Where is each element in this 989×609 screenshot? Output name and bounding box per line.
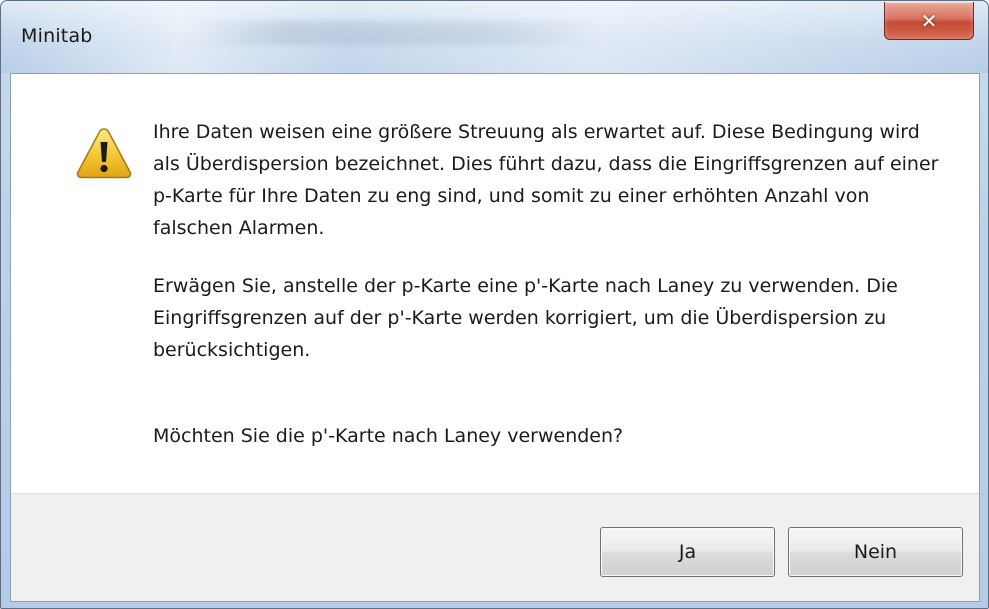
- dialog-content: Ihre Daten weisen eine größere Streuung …: [10, 73, 980, 602]
- window-title: Minitab: [21, 25, 93, 47]
- yes-button[interactable]: Ja: [600, 527, 775, 577]
- message-question: Möchten Sie die p'-Karte nach Laney verw…: [153, 425, 624, 447]
- message-paragraph-2: Erwägen Sie, anstelle der p-Karte eine p…: [153, 275, 898, 361]
- title-bar[interactable]: Minitab ✕: [1, 1, 988, 73]
- warning-icon: [76, 128, 132, 179]
- close-button[interactable]: ✕: [884, 2, 974, 40]
- no-button[interactable]: Nein: [788, 527, 963, 577]
- close-icon: ✕: [920, 8, 938, 33]
- dialog-window: Minitab ✕ Ihre Daten weisen eine größere…: [0, 0, 989, 609]
- message-paragraph-1: Ihre Daten weisen eine größere Streuung …: [153, 121, 939, 239]
- button-bar: Ja Nein: [11, 493, 979, 601]
- title-bar-background: [201, 21, 601, 45]
